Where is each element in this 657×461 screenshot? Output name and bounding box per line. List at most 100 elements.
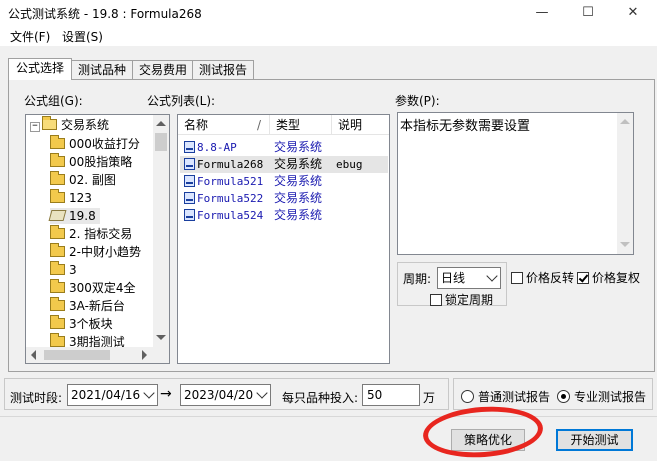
folder-icon <box>50 315 65 329</box>
chevron-down-icon <box>143 387 155 399</box>
investment-input[interactable]: 50 <box>362 384 420 406</box>
params-label: 参数(P): <box>395 94 440 108</box>
tree-item-label: 3 <box>69 263 77 277</box>
tree-item-label: 3A-新后台 <box>69 299 125 313</box>
divider <box>0 416 657 417</box>
tree-item[interactable]: 3个板块 <box>50 315 113 332</box>
tree-item-label: 00股指策略 <box>69 155 133 169</box>
tree-item-label: 3个板块 <box>69 317 113 331</box>
tree-item-label: 300双定4全 <box>69 281 136 295</box>
formula-doc-icon <box>184 192 195 204</box>
list-item[interactable]: Formula521 交易系统 <box>180 173 388 190</box>
folder-icon <box>50 135 65 149</box>
tree-item-label: 000收益打分 <box>69 137 140 151</box>
tree-item[interactable]: 00股指策略 <box>50 153 133 170</box>
formula-list-view[interactable]: 名称 / 类型 说明 8.8-AP 交易系统 Formula268 交易系统 ebug … <box>177 114 390 364</box>
annotation-circle <box>421 402 545 461</box>
menu-bar: 文件(F) 设置(S) <box>0 26 657 46</box>
scroll-left-icon[interactable] <box>31 350 36 360</box>
chevron-down-icon <box>486 270 498 282</box>
tree-item-label: 2. 指标交易 <box>69 227 133 241</box>
end-date-picker[interactable]: 2023/04/20 <box>180 384 271 406</box>
tree-item[interactable]: 3 <box>50 261 77 278</box>
tree-root-label: 交易系统 <box>61 118 110 132</box>
list-item[interactable]: Formula524 交易系统 <box>180 207 388 224</box>
minimize-button[interactable]: — <box>519 0 565 26</box>
chevron-down-icon <box>256 387 268 399</box>
column-header-type[interactable]: 类型 <box>270 115 332 135</box>
tree-item[interactable]: 123 <box>50 189 92 206</box>
tree-item[interactable]: 000收益打分 <box>50 135 140 152</box>
radio-selected-icon <box>557 390 570 403</box>
price-reverse-checkbox[interactable]: 价格反转 <box>511 269 574 286</box>
radio-icon <box>461 390 474 403</box>
price-restore-label: 价格复权 <box>592 271 641 285</box>
start-date-value: 2021/04/16 <box>71 388 141 402</box>
tree-item[interactable]: 2-中财小趋势 <box>50 243 141 260</box>
tab-trade-fees[interactable]: 交易费用 <box>132 60 194 79</box>
folder-icon <box>50 297 65 311</box>
tree-item[interactable]: 3A-新后台 <box>50 297 125 314</box>
investment-unit: 万 <box>423 391 436 405</box>
investment-label: 每只品种投入: <box>282 391 359 405</box>
params-scrollbar[interactable] <box>617 113 633 254</box>
title-bar: 公式测试系统 - 19.8 : Formula268 — ☐ ✕ <box>0 0 657 26</box>
scroll-up-icon[interactable] <box>620 119 630 124</box>
list-item[interactable]: 8.8-AP 交易系统 <box>180 139 388 156</box>
params-box[interactable]: 本指标无参数需要设置 <box>397 112 634 255</box>
folder-icon <box>50 225 65 239</box>
checkbox-icon <box>511 272 523 284</box>
scroll-thumb[interactable] <box>44 350 110 360</box>
menu-settings[interactable]: 设置(S) <box>62 28 103 45</box>
collapse-icon[interactable]: − <box>30 122 40 132</box>
folder-icon <box>50 243 65 257</box>
formula-list-label: 公式列表(L): <box>147 94 216 108</box>
start-date-picker[interactable]: 2021/04/16 <box>67 384 158 406</box>
period-select[interactable]: 日线 <box>437 267 501 289</box>
menu-file[interactable]: 文件(F) <box>10 28 50 45</box>
period-value: 日线 <box>441 271 466 285</box>
scroll-down-icon[interactable] <box>620 242 630 247</box>
period-label: 周期: <box>403 272 432 286</box>
normal-report-radio[interactable]: 普通测试报告 <box>461 388 550 405</box>
formula-group-label: 公式组(G): <box>24 94 83 108</box>
maximize-button[interactable]: ☐ <box>565 0 611 26</box>
lock-period-label: 锁定周期 <box>445 293 494 307</box>
checkbox-icon <box>430 294 442 306</box>
price-restore-checkbox[interactable]: 价格复权 <box>577 269 640 286</box>
scroll-up-icon[interactable] <box>156 121 166 126</box>
tab-formula-select[interactable]: 公式选择 <box>8 58 72 80</box>
tree-item[interactable]: 2. 指标交易 <box>50 225 133 242</box>
tree-vertical-scrollbar[interactable] <box>153 115 169 347</box>
tab-test-report[interactable]: 测试报告 <box>192 60 254 79</box>
tree-item[interactable]: 02. 副图 <box>50 171 116 188</box>
list-item-type: 交易系统 <box>274 157 323 171</box>
column-header-name[interactable]: 名称 / <box>178 115 270 135</box>
close-button[interactable]: ✕ <box>610 0 656 26</box>
tree-item-selected[interactable]: 19.8 <box>48 208 100 224</box>
sort-icon: / <box>256 118 261 132</box>
folder-icon <box>50 171 65 185</box>
list-item[interactable]: Formula522 交易系统 <box>180 190 388 207</box>
tree-item[interactable]: 300双定4全 <box>50 279 136 296</box>
list-item-desc: ebug <box>336 158 363 171</box>
scroll-right-icon[interactable] <box>142 350 147 360</box>
pro-report-radio[interactable]: 专业测试报告 <box>557 388 646 405</box>
list-item-selected[interactable]: Formula268 交易系统 ebug <box>180 156 388 173</box>
end-date-value: 2023/04/20 <box>184 388 254 402</box>
start-test-button[interactable]: 开始测试 <box>556 429 633 451</box>
scroll-down-icon[interactable] <box>156 335 166 340</box>
tree-root-item[interactable]: − 交易系统 <box>30 116 110 133</box>
tree-horizontal-scrollbar[interactable] <box>26 347 153 363</box>
list-item-name: Formula522 <box>197 192 264 205</box>
lock-period-checkbox[interactable]: 锁定周期 <box>430 291 493 308</box>
formula-group-tree[interactable]: − 交易系统 000收益打分 00股指策略 02. 副图 123 19.8 2. … <box>25 114 170 364</box>
list-item-type: 交易系统 <box>274 191 323 205</box>
formula-doc-icon <box>184 158 195 170</box>
formula-select-panel: 公式组(G): − 交易系统 000收益打分 00股指策略 02. 副图 123 … <box>8 79 655 372</box>
tab-test-symbols[interactable]: 测试品种 <box>70 60 134 79</box>
column-header-desc[interactable]: 说明 <box>332 115 389 135</box>
open-book-icon <box>48 210 67 221</box>
scroll-thumb[interactable] <box>155 133 167 151</box>
formula-doc-icon <box>184 175 195 187</box>
